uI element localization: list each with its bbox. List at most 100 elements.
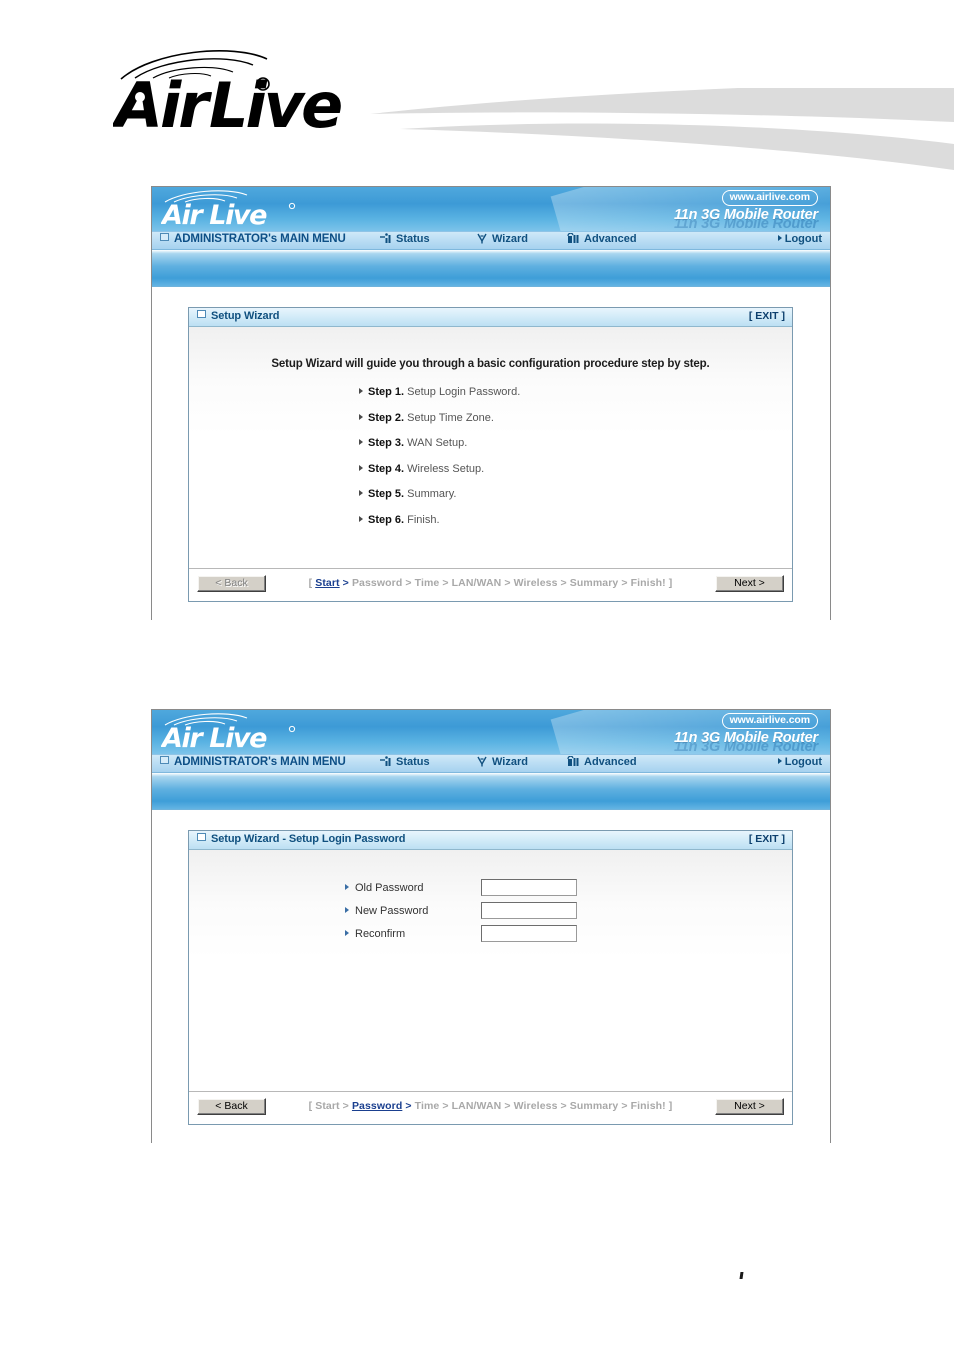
bullet-arrow-icon xyxy=(359,439,363,445)
svg-text:Air Live: Air Live xyxy=(161,200,267,230)
breadcrumb-summary[interactable]: Summary xyxy=(570,1100,619,1112)
bullet-arrow-icon xyxy=(359,413,363,420)
decorative-swoosh xyxy=(370,88,954,170)
wizard-step-item: Step 6. Finish. xyxy=(359,514,792,526)
breadcrumb-time[interactable]: Time xyxy=(415,1100,440,1112)
breadcrumb-open: [ xyxy=(308,577,313,589)
menu-item-wizard[interactable]: Wizard xyxy=(476,756,528,770)
breadcrumb-password[interactable]: Password xyxy=(352,1100,402,1112)
wizard-step-item: Step 5. Summary. xyxy=(359,488,792,500)
website-badge: www.airlive.com xyxy=(721,190,818,206)
menu-item-status[interactable]: Status xyxy=(380,233,430,247)
menu-square-icon xyxy=(160,233,169,241)
router-banner: Air Live www.airlive.com 11n 3G Mobile R… xyxy=(152,187,830,231)
menu-item-logout[interactable]: Logout xyxy=(777,756,822,768)
breadcrumb-start[interactable]: Start xyxy=(315,577,339,589)
bullet-arrow-icon xyxy=(345,883,349,890)
new-password-label: New Password xyxy=(345,905,481,917)
svg-text:Air Live: Air Live xyxy=(161,723,267,753)
breadcrumb-close: ] xyxy=(668,577,673,589)
next-button[interactable]: Next > xyxy=(715,1098,784,1115)
wizard-step-item: Step 1. Setup Login Password. xyxy=(359,386,792,398)
reconfirm-input[interactable] xyxy=(481,925,577,942)
wizard-step-item: Step 4. Wireless Setup. xyxy=(359,463,792,475)
old-password-label: Old Password xyxy=(345,882,481,894)
breadcrumb-finish[interactable]: Finish! xyxy=(631,1100,666,1112)
bullet-arrow-icon xyxy=(345,906,349,913)
breadcrumb-wireless[interactable]: Wireless xyxy=(514,577,558,589)
reconfirm-label: Reconfirm xyxy=(345,928,481,940)
panel-titlebar: Setup Wizard [ EXIT ] xyxy=(189,308,792,327)
wizard-step-item: Step 3. WAN Setup. xyxy=(359,437,792,449)
panel-square-icon xyxy=(197,833,206,841)
product-name: 11n 3G Mobile Router xyxy=(674,730,818,746)
breadcrumb-start[interactable]: Start xyxy=(315,1100,339,1112)
stray-ink-mark xyxy=(739,1272,744,1279)
airlive-logo-icon: Air Live xyxy=(161,190,296,230)
breadcrumb-finish[interactable]: Finish! xyxy=(631,577,666,589)
router-main-menubar: ADMINISTRATOR's MAIN MENU Status Wizard xyxy=(152,231,830,250)
exit-link-2[interactable]: [ EXIT ] xyxy=(749,833,785,845)
router-ui-screenshot-setup-wizard: Air Live www.airlive.com 11n 3G Mobile R… xyxy=(151,186,831,620)
product-name: 11n 3G Mobile Router xyxy=(674,207,818,223)
wizard-breadcrumb-1: [ Start > Password > Time > LAN/WAN > Wi… xyxy=(308,577,673,589)
breadcrumb-wireless[interactable]: Wireless xyxy=(514,1100,558,1112)
password-form: Old Password New Password Reconfirm xyxy=(189,850,792,945)
admin-main-menu-label[interactable]: ADMINISTRATOR's MAIN MENU xyxy=(160,233,346,245)
wizard-step-item: Step 2. Setup Time Zone. xyxy=(359,412,792,424)
breadcrumb-lanwan[interactable]: LAN/WAN xyxy=(452,1100,502,1112)
airlive-logo-icon: Air Live xyxy=(161,713,296,753)
wizard-footer-2: < Back [ Start > Password > Time > LAN/W… xyxy=(189,1091,792,1124)
gauge-bars-icon xyxy=(567,755,581,770)
new-password-input[interactable] xyxy=(481,902,577,919)
menu-item-advanced[interactable]: Advanced xyxy=(567,755,637,770)
bullet-arrow-icon xyxy=(345,929,349,936)
gauge-bars-icon xyxy=(567,232,581,247)
password-form-content: Old Password New Password Reconfirm xyxy=(189,850,792,1091)
next-button[interactable]: Next > xyxy=(715,575,784,592)
wizard-intro-text: Setup Wizard will guide you through a ba… xyxy=(271,358,710,370)
website-badge: www.airlive.com xyxy=(721,713,818,729)
router-main-menubar: ADMINISTRATOR's MAIN MENU Status Wizard xyxy=(152,754,830,773)
old-password-input[interactable] xyxy=(481,879,577,896)
panel-title-2: Setup Wizard - Setup Login Password xyxy=(197,833,406,845)
magic-wand-icon xyxy=(476,233,489,247)
svg-text:Live: Live xyxy=(209,69,341,140)
arrow-right-icon xyxy=(777,235,782,241)
menu-item-logout[interactable]: Logout xyxy=(777,233,822,245)
setup-wizard-panel: Setup Wizard [ EXIT ] Setup Wizard will … xyxy=(188,307,793,602)
panel-title-1: Setup Wizard xyxy=(197,310,279,322)
exit-link-1[interactable]: [ EXIT ] xyxy=(749,310,785,322)
router-body-2: Setup Wizard - Setup Login Password [ EX… xyxy=(152,810,830,1143)
breadcrumb-lanwan[interactable]: LAN/WAN xyxy=(452,577,502,589)
wizard-content: Setup Wizard will guide you through a ba… xyxy=(189,327,792,568)
router-subband xyxy=(152,773,830,810)
svg-text:Air: Air xyxy=(113,69,212,140)
router-subband xyxy=(152,250,830,287)
svg-text:R: R xyxy=(259,81,265,90)
breadcrumb-password[interactable]: Password xyxy=(352,577,402,589)
page-brand-logo: Air Live R xyxy=(113,45,373,140)
admin-main-menu-label[interactable]: ADMINISTRATOR's MAIN MENU xyxy=(160,756,346,768)
menu-item-status[interactable]: Status xyxy=(380,756,430,770)
breadcrumb-close: ] xyxy=(668,1100,673,1112)
menu-square-icon xyxy=(160,756,169,764)
setup-login-password-panel: Setup Wizard - Setup Login Password [ EX… xyxy=(188,830,793,1125)
router-body-1: Setup Wizard [ EXIT ] Setup Wizard will … xyxy=(152,287,830,620)
form-row-reconfirm: Reconfirm xyxy=(345,922,792,945)
menu-item-advanced[interactable]: Advanced xyxy=(567,232,637,247)
form-row-new-password: New Password xyxy=(345,899,792,922)
magic-wand-icon xyxy=(476,756,489,770)
arrow-right-icon xyxy=(777,758,782,764)
form-row-old-password: Old Password xyxy=(345,876,792,899)
router-banner: Air Live www.airlive.com 11n 3G Mobile R… xyxy=(152,710,830,754)
breadcrumb-open: [ xyxy=(308,1100,313,1112)
panel-square-icon xyxy=(197,310,206,318)
bullet-arrow-icon xyxy=(359,490,363,496)
breadcrumb-time[interactable]: Time xyxy=(415,577,440,589)
panel-titlebar: Setup Wizard - Setup Login Password [ EX… xyxy=(189,831,792,850)
menu-item-wizard[interactable]: Wizard xyxy=(476,233,528,247)
wizard-footer-1: < Back [ Start > Password > Time > LAN/W… xyxy=(189,568,792,601)
bullet-arrow-icon xyxy=(359,388,363,394)
breadcrumb-summary[interactable]: Summary xyxy=(570,577,619,589)
